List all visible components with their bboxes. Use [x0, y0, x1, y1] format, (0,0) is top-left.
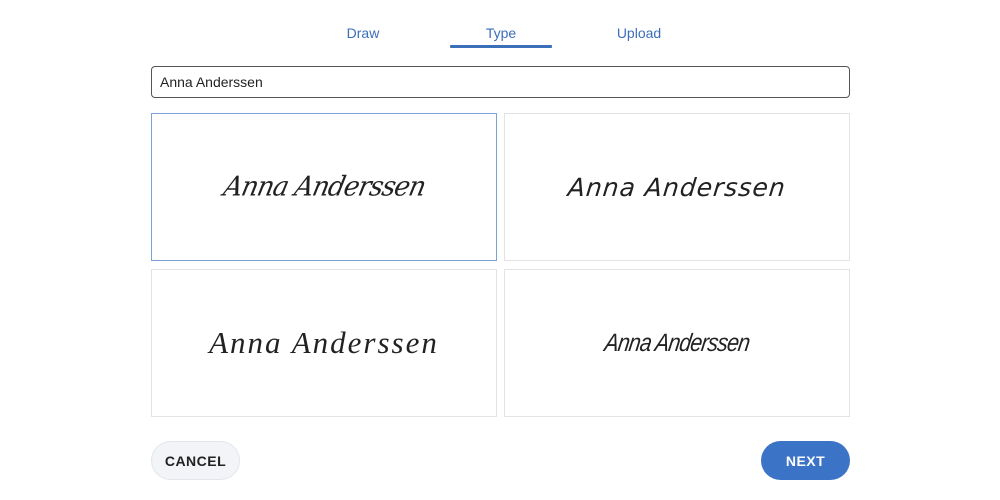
- signature-style-grid: Anna Anderssen Anna Anderssen Anna Ander…: [151, 113, 850, 418]
- tab-upload[interactable]: Upload: [570, 22, 708, 48]
- signature-option-4[interactable]: Anna Anderssen: [504, 269, 850, 417]
- signature-preview-text: Anna Anderssen: [220, 171, 428, 203]
- signature-option-1[interactable]: Anna Anderssen: [151, 113, 497, 261]
- signature-mode-tabs: Draw Type Upload: [294, 22, 708, 48]
- signature-preview-text: Anna Anderssen: [602, 328, 752, 357]
- signature-option-2[interactable]: Anna Anderssen: [504, 113, 850, 261]
- signature-option-3[interactable]: Anna Anderssen: [151, 269, 497, 417]
- signature-preview-text: Anna Anderssen: [209, 325, 439, 360]
- cancel-button[interactable]: CANCEL: [151, 441, 240, 480]
- next-button[interactable]: NEXT: [761, 441, 850, 480]
- signature-name-input[interactable]: [151, 66, 850, 98]
- signature-preview-text: Anna Anderssen: [566, 172, 788, 202]
- tab-type[interactable]: Type: [432, 22, 570, 48]
- tab-draw[interactable]: Draw: [294, 22, 432, 48]
